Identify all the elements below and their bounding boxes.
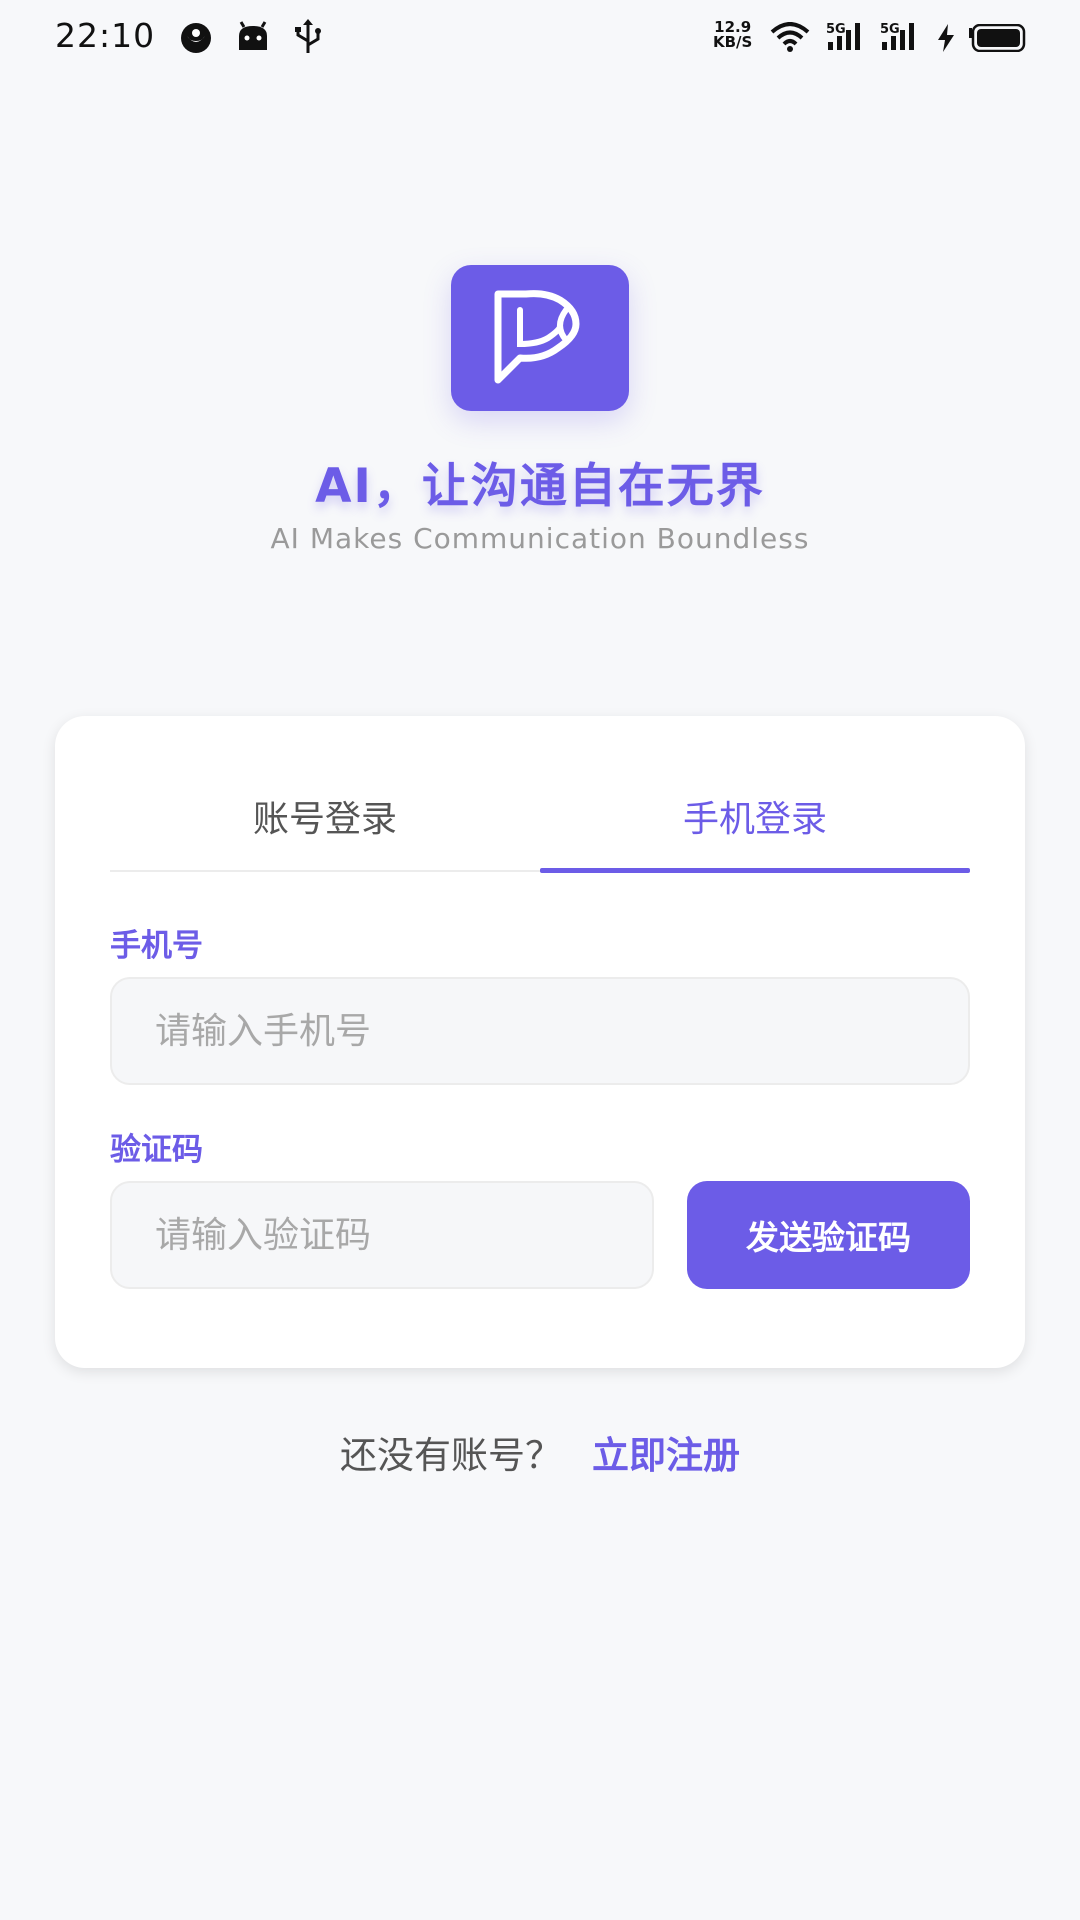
battery-icon xyxy=(969,24,1026,52)
login-card: 账号登录 手机登录 手机号 验证码 发送验证码 xyxy=(55,716,1025,1368)
android-icon xyxy=(239,21,267,50)
register-prompt: 还没有账号？ 立即注册 xyxy=(0,1425,1080,1479)
register-question: 还没有账号？ xyxy=(340,1434,562,1477)
app-logo xyxy=(451,265,629,411)
tab-account-login[interactable]: 账号登录 xyxy=(110,790,540,870)
login-tabs: 账号登录 手机登录 xyxy=(110,716,970,873)
app-notification-icon xyxy=(181,23,211,53)
network-speed-unit: KB/S xyxy=(713,33,753,51)
app-tagline-english: AI Makes Communication Boundless xyxy=(270,522,810,555)
tab-phone-login[interactable]: 手机登录 xyxy=(540,790,970,870)
speech-bubble-logo-icon xyxy=(494,290,580,384)
register-link[interactable]: 立即注册 xyxy=(592,1434,740,1477)
phone-input[interactable] xyxy=(110,977,970,1085)
active-tab-indicator xyxy=(540,868,970,873)
wifi-icon xyxy=(770,22,810,52)
phone-label: 手机号 xyxy=(110,928,203,964)
send-code-button[interactable]: 发送验证码 xyxy=(687,1181,970,1289)
status-time: 22:10 xyxy=(55,16,156,55)
usb-icon xyxy=(295,19,321,53)
status-bar: 22:10 12.9 KB/S 5G 5G xyxy=(0,0,1080,76)
signal-1-label: 5G xyxy=(826,22,846,37)
app-tagline: AI，让沟通自在无界 xyxy=(315,459,765,514)
verification-code-input[interactable] xyxy=(110,1181,654,1289)
charging-icon xyxy=(938,24,954,52)
verification-code-label: 验证码 xyxy=(110,1132,203,1168)
network-speed: 12.9 KB/S xyxy=(713,20,752,50)
signal-2-label: 5G xyxy=(880,22,900,37)
